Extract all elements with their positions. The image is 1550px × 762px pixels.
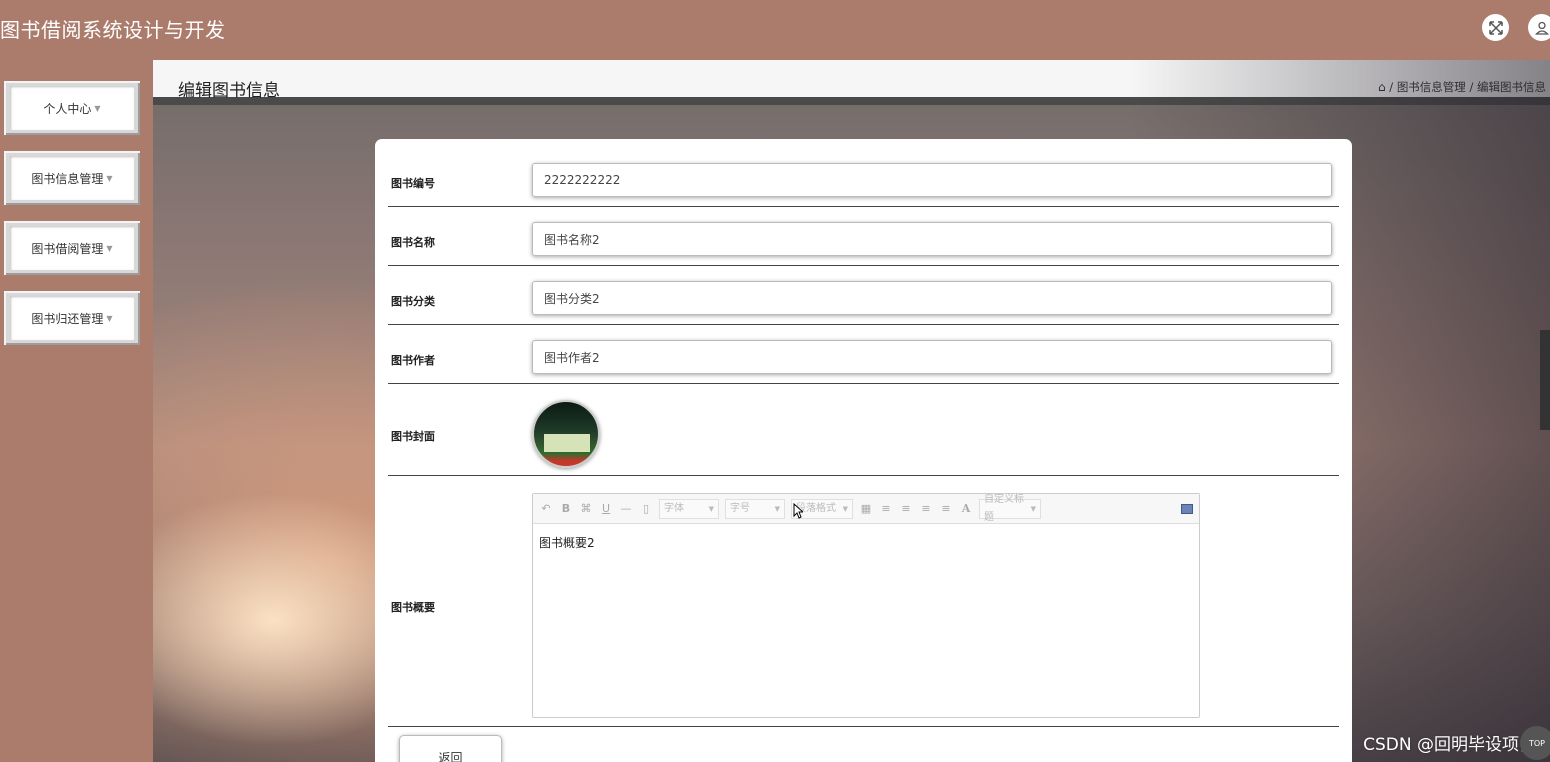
category-input[interactable] — [532, 281, 1332, 315]
top-bar: 图书借阅系统设计与开发 — [0, 0, 1550, 60]
page-scrollbar[interactable] — [1540, 330, 1550, 430]
mouse-cursor-icon — [793, 503, 803, 519]
app-title: 图书借阅系统设计与开发 — [0, 18, 226, 42]
back-to-top-button[interactable]: TOP — [1520, 726, 1550, 760]
book-no-label: 图书编号 — [391, 177, 435, 190]
font-family-select[interactable]: 字体 ▼ — [659, 498, 719, 519]
chevron-down-icon: ▼ — [106, 243, 113, 253]
breadcrumb-item-current: 编辑图书信息 — [1477, 80, 1546, 94]
edit-form-card: 图书编号 图书名称 图书分类 图书作者 图书封面 图书概要 ↶ B ⌘ U — — [375, 139, 1352, 762]
sidebar-item-label: 个人中心 — [43, 101, 92, 116]
page-header: 编辑图书信息 ⌂ / 图书信息管理 / 编辑图书信息 — [153, 60, 1550, 105]
chevron-down-icon: ▼ — [106, 173, 113, 183]
summary-label: 图书概要 — [391, 601, 435, 614]
book-name-label: 图书名称 — [391, 236, 435, 249]
category-label: 图书分类 — [391, 295, 435, 308]
user-icon[interactable] — [1528, 14, 1550, 41]
author-input[interactable] — [532, 340, 1332, 374]
back-button[interactable]: 返回 — [399, 735, 502, 762]
fullscreen-editor-icon[interactable] — [1181, 503, 1193, 514]
main-content: 编辑图书信息 ⌂ / 图书信息管理 / 编辑图书信息 图书编号 图书名称 图书分… — [153, 60, 1550, 762]
watermark: CSDN @回明毕设项目 — [1363, 735, 1536, 755]
fullscreen-icon[interactable] — [1482, 14, 1509, 41]
sidebar-item-label: 图书归还管理 — [31, 311, 104, 326]
sidebar-item-personal-center[interactable]: 个人中心 ▼ — [4, 81, 140, 135]
summary-rich-editor[interactable]: ↶ B ⌘ U — ▯ 字体 ▼ 字号 ▼ 段落格式 ▼ ▦ ≡ ≡ ≡ ≡ A 自定… — [532, 493, 1200, 718]
paste-text-icon[interactable]: ▯ — [639, 502, 653, 515]
book-no-input[interactable] — [532, 163, 1332, 197]
editor-content[interactable]: 图书概要2 — [533, 524, 1199, 561]
cover-label: 图书封面 — [391, 430, 435, 443]
chevron-down-icon: ▼ — [106, 313, 113, 323]
breadcrumb: ⌂ / 图书信息管理 / 编辑图书信息 — [1378, 80, 1546, 94]
sidebar-item-label: 图书信息管理 — [31, 171, 104, 186]
align-justify-icon[interactable]: ≡ — [939, 502, 953, 515]
horizontal-rule-icon[interactable]: — — [619, 502, 633, 515]
font-size-select[interactable]: 字号 ▼ — [725, 498, 785, 519]
sidebar-item-book-info[interactable]: 图书信息管理 ▼ — [4, 151, 140, 205]
align-center-icon[interactable]: ≡ — [919, 502, 933, 515]
sidebar: 个人中心 ▼ 图书信息管理 ▼ 图书借阅管理 ▼ 图书归还管理 ▼ — [0, 60, 153, 762]
bold-icon[interactable]: B — [559, 502, 573, 515]
editor-toolbar: ↶ B ⌘ U — ▯ 字体 ▼ 字号 ▼ 段落格式 ▼ ▦ ≡ ≡ ≡ ≡ A 自定… — [533, 494, 1199, 524]
page-title: 编辑图书信息 — [178, 81, 280, 101]
align-left-icon[interactable]: ≡ — [879, 502, 893, 515]
sidebar-item-label: 图书借阅管理 — [31, 241, 104, 256]
book-cover-image[interactable] — [532, 400, 600, 468]
custom-title-select[interactable]: 自定义标题 ▼ — [979, 494, 1041, 523]
font-color-icon[interactable]: A — [959, 502, 973, 515]
chevron-down-icon: ▼ — [94, 103, 101, 113]
sidebar-item-book-borrow[interactable]: 图书借阅管理 ▼ — [4, 221, 140, 275]
format-painter-icon[interactable]: ⌘ — [579, 502, 593, 515]
book-name-input[interactable] — [532, 222, 1332, 256]
sidebar-item-book-return[interactable]: 图书归还管理 ▼ — [4, 291, 140, 345]
breadcrumb-item-book-info[interactable]: 图书信息管理 — [1397, 80, 1466, 94]
table-icon[interactable]: ▦ — [859, 502, 873, 515]
home-icon[interactable]: ⌂ — [1378, 80, 1386, 94]
author-label: 图书作者 — [391, 354, 435, 367]
underline-icon[interactable]: U — [599, 502, 613, 515]
undo-icon[interactable]: ↶ — [539, 502, 553, 515]
align-right-icon[interactable]: ≡ — [899, 502, 913, 515]
